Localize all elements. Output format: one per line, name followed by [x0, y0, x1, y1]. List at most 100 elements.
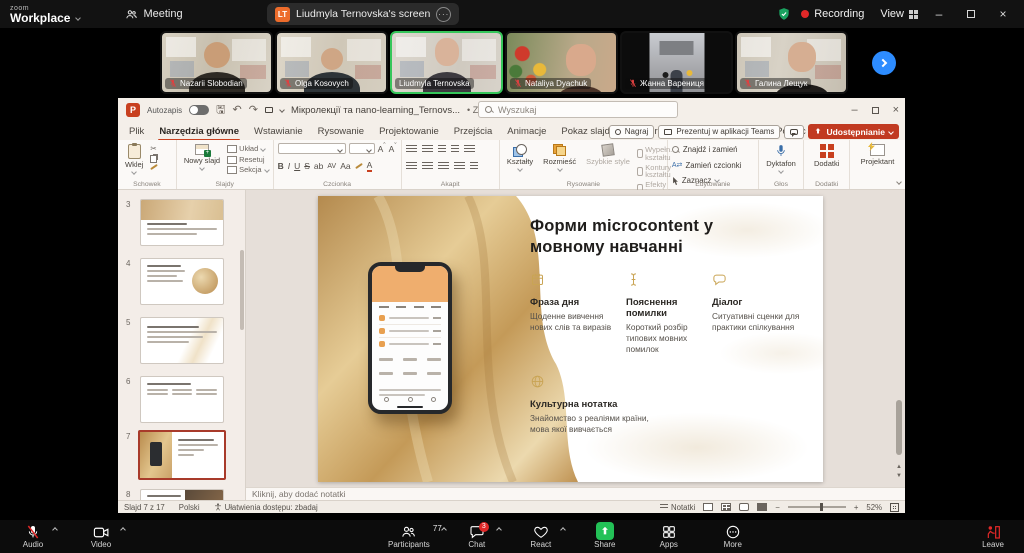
- format-painter-button[interactable]: [150, 163, 159, 170]
- chat-button[interactable]: 3 Chat: [460, 522, 502, 549]
- next-participants-button[interactable]: [872, 51, 896, 75]
- grow-font-button[interactable]: A: [378, 143, 386, 154]
- tab-plik[interactable]: Plik: [128, 124, 145, 139]
- slide-nav-arrows[interactable]: ▲ ▼: [895, 464, 903, 479]
- slide-thumbnail-6[interactable]: [140, 376, 224, 423]
- quick-access-chevron-icon[interactable]: [279, 107, 285, 113]
- zoom-slider[interactable]: [787, 503, 846, 511]
- notes-toggle-button[interactable]: Notatki: [659, 503, 695, 512]
- ppt-close-button[interactable]: ×: [893, 104, 899, 116]
- find-replace-button[interactable]: Znajdź i zamień: [671, 145, 738, 154]
- ppt-minimize-button[interactable]: –: [851, 104, 857, 116]
- decrease-indent-button[interactable]: [437, 145, 446, 153]
- apps-button[interactable]: Apps: [652, 523, 686, 549]
- share-presentation-button[interactable]: Udostępnianie: [808, 124, 899, 139]
- fit-slide-button[interactable]: [890, 502, 899, 512]
- italic-button[interactable]: I: [288, 162, 290, 171]
- video-tile[interactable]: Жанна Варениця: [620, 31, 733, 94]
- bullets-button[interactable]: [405, 145, 417, 153]
- thumbnail-scrollbar[interactable]: [240, 250, 244, 330]
- slide-thumbnail-3[interactable]: [140, 199, 224, 246]
- present-in-teams-button[interactable]: Prezentuj w aplikacji Teams: [658, 124, 781, 139]
- font-size-select[interactable]: [348, 143, 375, 154]
- ppt-maximize-button[interactable]: [871, 106, 879, 114]
- scrollbar-thumb[interactable]: [896, 400, 902, 455]
- react-chevron-icon[interactable]: [559, 527, 566, 533]
- zoom-percentage[interactable]: 52%: [866, 503, 882, 512]
- video-tile[interactable]: Nataliya Dyachuk: [505, 31, 618, 94]
- justify-button[interactable]: [453, 162, 465, 170]
- shrink-font-button[interactable]: A: [389, 143, 397, 154]
- character-spacing-button[interactable]: AV: [327, 163, 336, 170]
- slide-thumbnail-4[interactable]: [140, 258, 224, 305]
- close-button[interactable]: ×: [992, 7, 1014, 21]
- more-options-icon[interactable]: ···: [436, 6, 452, 22]
- notes-pane[interactable]: Kliknij, aby dodać notatki: [246, 487, 905, 500]
- record-button[interactable]: Nagraj: [608, 124, 655, 139]
- tab-meeting[interactable]: Meeting: [125, 8, 183, 21]
- columns-button[interactable]: [469, 162, 478, 170]
- undo-icon[interactable]: ↶: [233, 104, 242, 116]
- autosave-toggle[interactable]: [189, 105, 210, 115]
- share-screen-button[interactable]: Share: [588, 522, 622, 549]
- video-tile[interactable]: Olga Kosovych: [275, 31, 388, 94]
- tab-rysowanie[interactable]: Rysowanie: [317, 124, 365, 139]
- video-button[interactable]: Video: [84, 523, 126, 549]
- audio-button[interactable]: Audio: [16, 523, 58, 549]
- minimize-button[interactable]: –: [928, 7, 950, 21]
- tab-wstawianie[interactable]: Wstawianie: [253, 124, 304, 139]
- video-tile-active-speaker[interactable]: Liudmyla Ternovska: [390, 31, 503, 94]
- slideshow-view-button[interactable]: [757, 503, 768, 511]
- align-left-button[interactable]: [405, 162, 417, 170]
- slide-thumbnail-8[interactable]: [140, 489, 224, 500]
- video-tile[interactable]: Nazarii Slobodian: [160, 31, 273, 94]
- tab-przejscia[interactable]: Przejścia: [453, 124, 494, 139]
- highlight-color-button[interactable]: [354, 163, 363, 170]
- normal-view-button[interactable]: [703, 503, 714, 511]
- tab-animacje[interactable]: Animacje: [506, 124, 547, 139]
- zoom-in-button[interactable]: +: [854, 503, 859, 512]
- chat-chevron-icon[interactable]: [495, 527, 502, 533]
- maximize-button[interactable]: [960, 7, 982, 21]
- slide-scrollbar[interactable]: ▲ ▼: [895, 190, 903, 487]
- designer-button[interactable]: Projektant: [858, 143, 898, 167]
- strikethrough-button[interactable]: S: [304, 162, 310, 171]
- redo-icon[interactable]: ↷: [249, 104, 258, 116]
- react-button[interactable]: React: [524, 523, 566, 549]
- section-button[interactable]: Sekcja: [227, 166, 270, 174]
- bold-button[interactable]: B: [278, 162, 284, 171]
- replace-fonts-button[interactable]: A⇄ Zamień czcionki: [672, 161, 741, 170]
- line-spacing-button[interactable]: [463, 145, 475, 153]
- text-shadow-button[interactable]: ab: [314, 162, 323, 171]
- view-button[interactable]: View: [880, 8, 918, 20]
- chevron-down-icon[interactable]: [75, 14, 82, 21]
- encryption-shield-icon[interactable]: [777, 7, 791, 21]
- language-button[interactable]: Polski: [179, 503, 200, 512]
- shared-screen-pill[interactable]: LT Liudmyla Ternovska's screen ···: [267, 3, 460, 25]
- video-options-chevron-icon[interactable]: [120, 527, 126, 533]
- accessibility-check-button[interactable]: Ułatwienia dostępu: zbadaj: [214, 503, 318, 512]
- align-center-button[interactable]: [421, 162, 433, 170]
- copy-button[interactable]: [150, 155, 158, 163]
- font-name-select[interactable]: [277, 143, 346, 154]
- layout-button[interactable]: Układ: [227, 145, 269, 153]
- recording-indicator[interactable]: Recording: [801, 8, 864, 20]
- current-slide[interactable]: Форми microcontent у мовному навчанні Фр…: [318, 196, 823, 482]
- more-button[interactable]: More: [716, 523, 750, 549]
- font-color-button[interactable]: A: [366, 161, 373, 172]
- slide-sorter-view-button[interactable]: [721, 503, 732, 511]
- shapes-button[interactable]: Kształty: [504, 143, 536, 172]
- search-input[interactable]: Wyszukaj: [478, 101, 678, 118]
- comments-button[interactable]: [784, 124, 805, 139]
- new-slide-button[interactable]: + Nowy slajd: [181, 143, 223, 171]
- change-case-button[interactable]: Aa: [340, 162, 350, 171]
- save-icon[interactable]: 🖫: [216, 104, 225, 116]
- next-slide-button[interactable]: ▼: [896, 473, 902, 479]
- underline-button[interactable]: U: [294, 162, 300, 171]
- cut-button[interactable]: ✂: [150, 145, 158, 153]
- addins-button[interactable]: Dodatki: [811, 143, 842, 169]
- zoom-slider-thumb[interactable]: [819, 503, 823, 511]
- quick-styles-button[interactable]: Szybkie style: [583, 143, 633, 167]
- tab-projektowanie[interactable]: Projektowanie: [378, 124, 440, 139]
- slide-thumbnail-panel[interactable]: 3 4 5 6 7 8: [118, 190, 246, 500]
